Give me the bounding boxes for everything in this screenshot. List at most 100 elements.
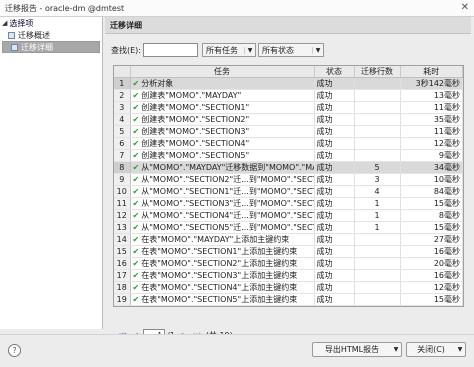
chevron-down-icon: ▼ bbox=[312, 46, 323, 54]
task-text: 在表"MOMO"."MAYDAY"上添加主键约束 bbox=[141, 235, 290, 244]
table-row[interactable]: 6 ✔ 创建表"MOMO"."SECTION4" 成功 12毫秒 bbox=[114, 137, 463, 150]
status-cell: 成功 bbox=[314, 89, 355, 102]
filter-bar: 查找(E): 所有任务 ▼ 所有状态 ▼ bbox=[111, 42, 324, 58]
row-index: 3 bbox=[114, 101, 131, 114]
time-cell: 16毫秒 bbox=[400, 269, 463, 282]
time-cell: 9毫秒 bbox=[400, 149, 463, 162]
status-cell: 成功 bbox=[314, 257, 355, 270]
status-filter-value: 所有状态 bbox=[262, 45, 294, 55]
content-panel: 迁移详细 查找(E): 所有任务 ▼ 所有状态 ▼ 任务 状态 迁移行数 耗时 bbox=[105, 17, 471, 341]
table-row[interactable]: 12✔从"MOMO"."SECTION4"迁...到"MOMO"."SECTIO… bbox=[114, 209, 463, 222]
chevron-down-icon: ▼ bbox=[457, 346, 463, 353]
check-icon: ✔ bbox=[132, 151, 140, 160]
table-row[interactable]: 3 ✔ 创建表"MOMO"."SECTION1" 成功 11毫秒 bbox=[114, 101, 463, 114]
task-cell: ✔ 在表"MOMO"."SECTION1"上添加主键约束 bbox=[130, 245, 315, 258]
close-button-label: 关闭(C) bbox=[417, 345, 445, 354]
task-text: 从"MOMO"."SECTION1"迁...到"MOMO"."SECTION1" bbox=[141, 187, 313, 196]
sidebar-item-detail[interactable]: 迁移详细 bbox=[2, 41, 100, 53]
search-label: 查找(E): bbox=[111, 45, 141, 55]
time-cell: 15毫秒 bbox=[400, 197, 463, 210]
check-icon: ✔ bbox=[132, 235, 140, 244]
time-cell: 15毫秒 bbox=[400, 293, 463, 306]
close-button[interactable]: 关闭(C) ▼ bbox=[406, 342, 466, 357]
row-index: 12 bbox=[114, 209, 131, 222]
time-cell: 11毫秒 bbox=[400, 101, 463, 114]
table-row[interactable]: 1 ✔ 分析对象 成功 3秒142毫秒 bbox=[114, 77, 463, 90]
count-cell: 1 bbox=[354, 221, 401, 234]
task-cell: ✔ 创建表"MOMO"."SECTION3" bbox=[130, 125, 315, 138]
status-cell: 成功 bbox=[314, 269, 355, 282]
count-cell: 1 bbox=[354, 209, 401, 222]
check-icon: ✔ bbox=[132, 211, 140, 220]
status-filter-select[interactable]: 所有状态 ▼ bbox=[258, 43, 324, 57]
time-cell: 15毫秒 bbox=[400, 221, 463, 234]
time-cell: 3秒142毫秒 bbox=[400, 77, 463, 90]
sidebar-root[interactable]: ◢ 选择项 bbox=[0, 17, 102, 29]
task-cell: ✔从"MOMO"."SECTION2"迁...到"MOMO"."SECTION2… bbox=[130, 173, 315, 186]
time-cell: 12毫秒 bbox=[400, 137, 463, 150]
table-row[interactable]: 18 ✔ 在表"MOMO"."SECTION4"上添加主键约束 成功 12毫秒 bbox=[114, 281, 463, 294]
column-header-index[interactable] bbox=[114, 66, 131, 78]
table-row[interactable]: 16 ✔ 在表"MOMO"."SECTION2"上添加主键约束 成功 20毫秒 bbox=[114, 257, 463, 270]
task-cell: ✔ 分析对象 bbox=[130, 77, 315, 90]
table-row[interactable]: 14 ✔ 在表"MOMO"."MAYDAY"上添加主键约束 成功 27毫秒 bbox=[114, 233, 463, 246]
row-index: 5 bbox=[114, 125, 131, 138]
sidebar-root-label: 选择项 bbox=[9, 18, 34, 28]
check-icon: ✔ bbox=[132, 139, 140, 148]
export-html-button[interactable]: 导出HTML报告 ▼ bbox=[312, 342, 402, 357]
collapse-triangle-icon[interactable]: ◢ bbox=[2, 19, 7, 27]
row-index: 9 bbox=[114, 173, 131, 186]
table-row[interactable]: 7 ✔ 创建表"MOMO"."SECTION5" 成功 9毫秒 bbox=[114, 149, 463, 162]
search-input[interactable] bbox=[143, 43, 198, 57]
sidebar-item-overview[interactable]: 迁移概述 bbox=[0, 29, 102, 41]
task-filter-select[interactable]: 所有任务 ▼ bbox=[202, 43, 256, 57]
column-header-status[interactable]: 状态 bbox=[314, 66, 355, 78]
table-row[interactable]: 15 ✔ 在表"MOMO"."SECTION1"上添加主键约束 成功 16毫秒 bbox=[114, 245, 463, 258]
status-cell: 成功 bbox=[314, 137, 355, 150]
table-row[interactable]: 13✔从"MOMO"."SECTION5"迁...到"MOMO"."SECTIO… bbox=[114, 221, 463, 234]
table-row[interactable]: 4 ✔ 创建表"MOMO"."SECTION2" 成功 35毫秒 bbox=[114, 113, 463, 126]
task-cell: ✔ 在表"MOMO"."MAYDAY"上添加主键约束 bbox=[130, 233, 315, 246]
count-cell bbox=[354, 113, 401, 126]
task-text: 在表"MOMO"."SECTION5"上添加主键约束 bbox=[141, 295, 298, 304]
task-cell: ✔ 创建表"MOMO"."MAYDAY" bbox=[130, 89, 315, 102]
column-header-time[interactable]: 耗时 bbox=[400, 66, 463, 78]
task-text: 从"MOMO"."SECTION2"迁...到"MOMO"."SECTION2" bbox=[141, 175, 313, 184]
count-cell: 3 bbox=[354, 173, 401, 186]
task-text: 在表"MOMO"."SECTION4"上添加主键约束 bbox=[141, 283, 298, 292]
time-cell: 34毫秒 bbox=[400, 161, 463, 174]
table-row[interactable]: 9✔从"MOMO"."SECTION2"迁...到"MOMO"."SECTION… bbox=[114, 173, 463, 186]
time-cell: 13毫秒 bbox=[400, 89, 463, 102]
row-index: 10 bbox=[114, 185, 131, 198]
count-cell bbox=[354, 137, 401, 150]
row-index: 4 bbox=[114, 113, 131, 126]
task-cell: ✔ 在表"MOMO"."SECTION4"上添加主键约束 bbox=[130, 281, 315, 294]
table-row[interactable]: 10✔从"MOMO"."SECTION1"迁...到"MOMO"."SECTIO… bbox=[114, 185, 463, 198]
count-cell bbox=[354, 125, 401, 138]
content-header: 迁移详细 bbox=[105, 17, 471, 34]
sidebar-item-label: 迁移概述 bbox=[18, 30, 50, 40]
check-icon: ✔ bbox=[132, 127, 140, 136]
table-row[interactable]: 2 ✔ 创建表"MOMO"."MAYDAY" 成功 13毫秒 bbox=[114, 89, 463, 102]
column-header-count[interactable]: 迁移行数 bbox=[354, 66, 401, 78]
row-index: 1 bbox=[114, 77, 131, 90]
count-cell: 1 bbox=[354, 197, 401, 210]
row-index: 6 bbox=[114, 137, 131, 150]
column-header-task[interactable]: 任务 bbox=[130, 66, 315, 78]
row-index: 18 bbox=[114, 281, 131, 294]
table-row[interactable]: 19 ✔ 在表"MOMO"."SECTION5"上添加主键约束 成功 15毫秒 bbox=[114, 293, 463, 306]
task-text: 创建表"MOMO"."SECTION3" bbox=[141, 127, 250, 136]
task-text: 在表"MOMO"."SECTION2"上添加主键约束 bbox=[141, 259, 298, 268]
close-icon[interactable]: ✕ bbox=[461, 2, 469, 13]
title-bar: 迁移报告 - oracle-dm @dmtest ✕ bbox=[0, 0, 474, 17]
task-text: 在表"MOMO"."SECTION1"上添加主键约束 bbox=[141, 247, 298, 256]
sidebar: ◢ 选择项 迁移概述 迁移详细 bbox=[0, 17, 103, 329]
status-cell: 成功 bbox=[314, 125, 355, 138]
table-row[interactable]: 8✔从"MOMO"."MAYDAY"迁移数据到"MOMO"."MAYDAY"成功… bbox=[114, 161, 463, 174]
check-icon: ✔ bbox=[132, 187, 140, 196]
table-row[interactable]: 17 ✔ 在表"MOMO"."SECTION3"上添加主键约束 成功 16毫秒 bbox=[114, 269, 463, 282]
row-index: 7 bbox=[114, 149, 131, 162]
help-icon[interactable]: ? bbox=[8, 344, 21, 357]
table-row[interactable]: 11✔从"MOMO"."SECTION3"迁...到"MOMO"."SECTIO… bbox=[114, 197, 463, 210]
table-row[interactable]: 5 ✔ 创建表"MOMO"."SECTION3" 成功 11毫秒 bbox=[114, 125, 463, 138]
